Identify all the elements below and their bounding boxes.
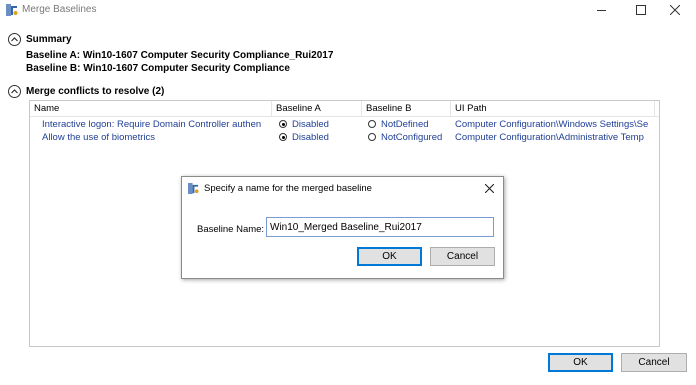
maximize-button[interactable]	[626, 0, 656, 20]
summary-heading: Summary	[26, 34, 72, 45]
column-header-ui-path[interactable]: UI Path	[451, 101, 655, 116]
close-icon	[670, 5, 680, 15]
minimize-icon	[596, 9, 606, 11]
row-ui-path: Computer Configuration\Windows Settings\…	[455, 119, 649, 130]
conflicts-collapse-button[interactable]	[8, 85, 21, 98]
column-header-name[interactable]: Name	[30, 101, 272, 116]
baseline-a-label: Baseline A: Win10-1607 Computer Security…	[26, 50, 334, 61]
baseline-a-radio[interactable]	[279, 133, 287, 141]
row-baseline-b-value: NotDefined	[381, 119, 429, 130]
close-button[interactable]	[660, 0, 690, 20]
chevron-up-icon	[11, 37, 18, 42]
row-ui-path: Computer Configuration\Administrative Te…	[455, 132, 644, 143]
grid-header: Name Baseline A Baseline B UI Path	[30, 101, 659, 117]
dialog-cancel-button[interactable]: Cancel	[430, 247, 495, 266]
row-name[interactable]: Allow the use of biometrics	[42, 132, 268, 144]
baseline-name-label: Baseline Name:	[197, 224, 265, 235]
close-icon	[484, 183, 494, 193]
merge-baselines-app-icon	[6, 4, 18, 16]
cancel-button[interactable]: Cancel	[621, 353, 687, 372]
summary-collapse-button[interactable]	[8, 33, 21, 46]
merged-baseline-name-dialog: Specify a name for the merged baseline B…	[181, 176, 504, 279]
column-header-baseline-a[interactable]: Baseline A	[272, 101, 362, 116]
chevron-up-icon	[11, 89, 18, 94]
column-header-baseline-b[interactable]: Baseline B	[362, 101, 451, 116]
baseline-a-radio[interactable]	[279, 120, 287, 128]
dialog-title: Specify a name for the merged baseline	[204, 183, 372, 194]
minimize-button[interactable]	[586, 0, 616, 20]
merge-baselines-app-icon	[188, 183, 199, 194]
table-row[interactable]: Interactive logon: Require Domain Contro…	[30, 119, 659, 131]
dialog-ok-button[interactable]: OK	[357, 247, 422, 266]
conflicts-heading: Merge conflicts to resolve (2)	[26, 86, 165, 97]
row-baseline-b-value: NotConfigured	[381, 132, 443, 143]
baseline-b-radio[interactable]	[368, 133, 376, 141]
ok-button[interactable]: OK	[548, 353, 613, 372]
dialog-close-button[interactable]	[482, 181, 496, 195]
baseline-b-label: Baseline B: Win10-1607 Computer Security…	[26, 63, 290, 74]
row-baseline-a-value: Disabled	[292, 119, 329, 130]
row-baseline-a-value: Disabled	[292, 132, 329, 143]
table-row[interactable]: Allow the use of biometrics Disabled Not…	[30, 132, 659, 144]
maximize-icon	[636, 5, 646, 15]
baseline-name-input[interactable]	[266, 217, 494, 237]
window-title: Merge Baselines	[22, 4, 97, 15]
title-bar: Merge Baselines	[0, 0, 696, 20]
baseline-b-radio[interactable]	[368, 120, 376, 128]
row-name[interactable]: Interactive logon: Require Domain Contro…	[42, 119, 268, 131]
